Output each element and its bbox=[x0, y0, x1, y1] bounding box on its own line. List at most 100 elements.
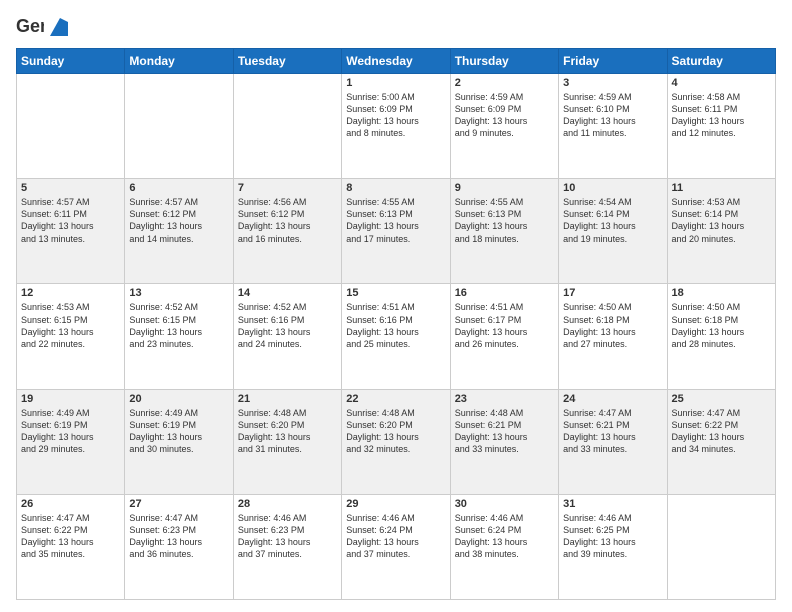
calendar-cell: 12 Sunrise: 4:53 AM Sunset: 6:15 PM Dayli… bbox=[17, 284, 125, 389]
day-info: Sunrise: 5:00 AM Sunset: 6:09 PM Dayligh… bbox=[346, 91, 445, 140]
calendar-cell: 4 Sunrise: 4:58 AM Sunset: 6:11 PM Daylig… bbox=[667, 74, 775, 179]
calendar-cell: 31Sunrise: 4:46 AM Sunset: 6:25 PM Dayli… bbox=[559, 494, 667, 599]
calendar-week-row: 26 Sunrise: 4:47 AM Sunset: 6:22 PM Dayli… bbox=[17, 494, 776, 599]
calendar-cell: 21Sunrise: 4:48 AM Sunset: 6:20 PM Dayli… bbox=[233, 389, 341, 494]
day-info: Sunrise: 4:48 AM Sunset: 6:20 PM Dayligh… bbox=[238, 407, 337, 456]
calendar-header-wednesday: Wednesday bbox=[342, 49, 450, 74]
calendar-cell: 20Sunrise: 4:49 AM Sunset: 6:19 PM Dayli… bbox=[125, 389, 233, 494]
day-info: Sunrise: 4:46 AM Sunset: 6:24 PM Dayligh… bbox=[346, 512, 445, 561]
day-number: 1 bbox=[346, 77, 445, 89]
day-number: 11 bbox=[672, 182, 771, 194]
day-number: 23 bbox=[455, 393, 554, 405]
calendar-cell: 17 Sunrise: 4:50 AM Sunset: 6:18 PM Dayli… bbox=[559, 284, 667, 389]
day-info: Sunrise: 4:49 AM Sunset: 6:19 PM Dayligh… bbox=[21, 407, 120, 456]
calendar-header-saturday: Saturday bbox=[667, 49, 775, 74]
day-info: Sunrise: 4:55 AM Sunset: 6:13 PM Dayligh… bbox=[455, 196, 554, 245]
day-number: 4 bbox=[672, 77, 771, 89]
calendar-table: SundayMondayTuesdayWednesdayThursdayFrid… bbox=[16, 48, 776, 600]
calendar-cell bbox=[17, 74, 125, 179]
day-info: Sunrise: 4:47 AM Sunset: 6:23 PM Dayligh… bbox=[129, 512, 228, 561]
calendar-header-sunday: Sunday bbox=[17, 49, 125, 74]
calendar-cell: 23 Sunrise: 4:48 AM Sunset: 6:21 PM Dayli… bbox=[450, 389, 558, 494]
day-number: 16 bbox=[455, 287, 554, 299]
calendar-header-monday: Monday bbox=[125, 49, 233, 74]
day-number: 10 bbox=[563, 182, 662, 194]
day-info: Sunrise: 4:49 AM Sunset: 6:19 PM Dayligh… bbox=[129, 407, 228, 456]
calendar-cell: 26 Sunrise: 4:47 AM Sunset: 6:22 PM Dayli… bbox=[17, 494, 125, 599]
calendar-cell bbox=[233, 74, 341, 179]
day-number: 6 bbox=[129, 182, 228, 194]
day-info: Sunrise: 4:58 AM Sunset: 6:11 PM Dayligh… bbox=[672, 91, 771, 140]
day-info: Sunrise: 4:59 AM Sunset: 6:09 PM Dayligh… bbox=[455, 91, 554, 140]
calendar-cell: 1 Sunrise: 5:00 AM Sunset: 6:09 PM Daylig… bbox=[342, 74, 450, 179]
calendar-cell: 8 Sunrise: 4:55 AM Sunset: 6:13 PM Daylig… bbox=[342, 179, 450, 284]
calendar-cell: 29 Sunrise: 4:46 AM Sunset: 6:24 PM Dayli… bbox=[342, 494, 450, 599]
calendar-cell: 27 Sunrise: 4:47 AM Sunset: 6:23 PM Dayli… bbox=[125, 494, 233, 599]
day-info: Sunrise: 4:46 AM Sunset: 6:25 PM Dayligh… bbox=[563, 512, 662, 561]
header: General bbox=[16, 12, 776, 40]
logo: General bbox=[16, 12, 68, 40]
day-info: Sunrise: 4:50 AM Sunset: 6:18 PM Dayligh… bbox=[563, 301, 662, 350]
day-number: 7 bbox=[238, 182, 337, 194]
calendar-cell: 3 Sunrise: 4:59 AM Sunset: 6:10 PM Daylig… bbox=[559, 74, 667, 179]
day-number: 15 bbox=[346, 287, 445, 299]
calendar-cell: 5 Sunrise: 4:57 AM Sunset: 6:11 PM Daylig… bbox=[17, 179, 125, 284]
day-info: Sunrise: 4:47 AM Sunset: 6:22 PM Dayligh… bbox=[21, 512, 120, 561]
logo-wordmark bbox=[48, 16, 68, 37]
day-number: 18 bbox=[672, 287, 771, 299]
calendar-cell: 11 Sunrise: 4:53 AM Sunset: 6:14 PM Dayli… bbox=[667, 179, 775, 284]
day-number: 28 bbox=[238, 498, 337, 510]
day-number: 17 bbox=[563, 287, 662, 299]
day-info: Sunrise: 4:53 AM Sunset: 6:14 PM Dayligh… bbox=[672, 196, 771, 245]
calendar-cell bbox=[125, 74, 233, 179]
calendar-week-row: 1 Sunrise: 5:00 AM Sunset: 6:09 PM Daylig… bbox=[17, 74, 776, 179]
day-number: 14 bbox=[238, 287, 337, 299]
calendar-cell bbox=[667, 494, 775, 599]
calendar-cell: 6Sunrise: 4:57 AM Sunset: 6:12 PM Daylig… bbox=[125, 179, 233, 284]
calendar-cell: 13 Sunrise: 4:52 AM Sunset: 6:15 PM Dayli… bbox=[125, 284, 233, 389]
day-info: Sunrise: 4:48 AM Sunset: 6:21 PM Dayligh… bbox=[455, 407, 554, 456]
day-info: Sunrise: 4:47 AM Sunset: 6:21 PM Dayligh… bbox=[563, 407, 662, 456]
day-number: 27 bbox=[129, 498, 228, 510]
day-info: Sunrise: 4:59 AM Sunset: 6:10 PM Dayligh… bbox=[563, 91, 662, 140]
day-info: Sunrise: 4:53 AM Sunset: 6:15 PM Dayligh… bbox=[21, 301, 120, 350]
calendar-header-thursday: Thursday bbox=[450, 49, 558, 74]
calendar-cell: 10 Sunrise: 4:54 AM Sunset: 6:14 PM Dayli… bbox=[559, 179, 667, 284]
day-info: Sunrise: 4:51 AM Sunset: 6:17 PM Dayligh… bbox=[455, 301, 554, 350]
calendar-cell: 2Sunrise: 4:59 AM Sunset: 6:09 PM Daylig… bbox=[450, 74, 558, 179]
calendar-page: General SundayMondayTuesdayWednesdayThur… bbox=[0, 0, 792, 612]
calendar-cell: 14 Sunrise: 4:52 AM Sunset: 6:16 PM Dayli… bbox=[233, 284, 341, 389]
logo-triangle-icon bbox=[50, 18, 68, 36]
calendar-cell: 24 Sunrise: 4:47 AM Sunset: 6:21 PM Dayli… bbox=[559, 389, 667, 494]
day-number: 12 bbox=[21, 287, 120, 299]
day-info: Sunrise: 4:55 AM Sunset: 6:13 PM Dayligh… bbox=[346, 196, 445, 245]
calendar-week-row: 5 Sunrise: 4:57 AM Sunset: 6:11 PM Daylig… bbox=[17, 179, 776, 284]
day-number: 8 bbox=[346, 182, 445, 194]
day-number: 26 bbox=[21, 498, 120, 510]
day-number: 29 bbox=[346, 498, 445, 510]
day-info: Sunrise: 4:57 AM Sunset: 6:11 PM Dayligh… bbox=[21, 196, 120, 245]
calendar-cell: 9 Sunrise: 4:55 AM Sunset: 6:13 PM Daylig… bbox=[450, 179, 558, 284]
day-number: 5 bbox=[21, 182, 120, 194]
calendar-cell: 30Sunrise: 4:46 AM Sunset: 6:24 PM Dayli… bbox=[450, 494, 558, 599]
day-number: 9 bbox=[455, 182, 554, 194]
day-number: 3 bbox=[563, 77, 662, 89]
calendar-cell: 18Sunrise: 4:50 AM Sunset: 6:18 PM Dayli… bbox=[667, 284, 775, 389]
day-number: 13 bbox=[129, 287, 228, 299]
day-info: Sunrise: 4:52 AM Sunset: 6:15 PM Dayligh… bbox=[129, 301, 228, 350]
day-info: Sunrise: 4:54 AM Sunset: 6:14 PM Dayligh… bbox=[563, 196, 662, 245]
day-number: 24 bbox=[563, 393, 662, 405]
day-info: Sunrise: 4:52 AM Sunset: 6:16 PM Dayligh… bbox=[238, 301, 337, 350]
calendar-cell: 16 Sunrise: 4:51 AM Sunset: 6:17 PM Dayli… bbox=[450, 284, 558, 389]
day-number: 30 bbox=[455, 498, 554, 510]
day-info: Sunrise: 4:56 AM Sunset: 6:12 PM Dayligh… bbox=[238, 196, 337, 245]
calendar-week-row: 19 Sunrise: 4:49 AM Sunset: 6:19 PM Dayli… bbox=[17, 389, 776, 494]
day-number: 22 bbox=[346, 393, 445, 405]
day-info: Sunrise: 4:47 AM Sunset: 6:22 PM Dayligh… bbox=[672, 407, 771, 456]
day-number: 19 bbox=[21, 393, 120, 405]
calendar-cell: 7 Sunrise: 4:56 AM Sunset: 6:12 PM Daylig… bbox=[233, 179, 341, 284]
svg-text:General: General bbox=[16, 16, 44, 36]
calendar-cell: 25Sunrise: 4:47 AM Sunset: 6:22 PM Dayli… bbox=[667, 389, 775, 494]
calendar-cell: 22Sunrise: 4:48 AM Sunset: 6:20 PM Dayli… bbox=[342, 389, 450, 494]
logo-icon: General bbox=[16, 12, 44, 40]
